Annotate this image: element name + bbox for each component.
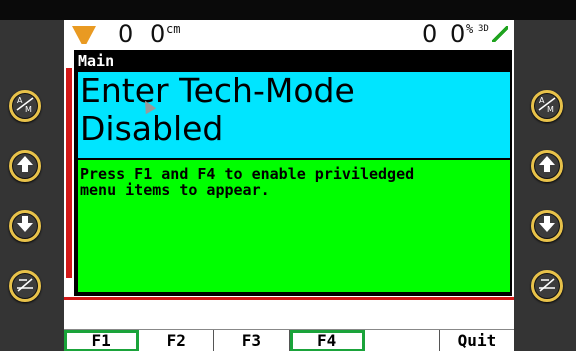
arrow-down-button-right[interactable]: [531, 210, 563, 242]
display-screen: 0 0 cm 0 0 % 3D Main Enter Tech-Mode Dis…: [64, 20, 514, 351]
left-readout: 0: [118, 20, 134, 48]
status-row: 0 0 cm 0 0 % 3D: [64, 20, 514, 48]
dialog-heading: Enter Tech-Mode Disabled: [78, 72, 510, 158]
arrow-down-button-left[interactable]: [9, 210, 41, 242]
auto-manual-icon: AM: [537, 94, 557, 118]
slope-icon: [492, 26, 508, 42]
right-unit-3d: 3D: [478, 24, 489, 34]
f4-key[interactable]: F4: [289, 330, 365, 351]
right-readout: 0: [422, 20, 438, 48]
signal-icon: [72, 26, 96, 44]
auto-manual-button-right[interactable]: AM: [531, 90, 563, 122]
function-key-bar: F1 F2 F3 F4 Quit: [64, 329, 514, 351]
f1-key[interactable]: F1: [64, 330, 140, 351]
auto-manual-button-left[interactable]: AM: [9, 90, 41, 122]
right-readout-2: 0: [450, 20, 466, 48]
left-readout-2: 0: [150, 20, 166, 48]
arrow-up-icon: [15, 154, 35, 178]
bottom-indicator-line: [64, 297, 514, 300]
arrow-up-button-left[interactable]: [9, 150, 41, 182]
dialog-message: Press F1 and F4 to enable priviledged me…: [78, 160, 510, 292]
left-indicator-strip: [66, 68, 72, 278]
left-button-panel: AM: [0, 20, 66, 351]
svg-text:M: M: [25, 105, 32, 114]
left-unit: cm: [166, 22, 181, 36]
arrow-down-icon: [537, 214, 557, 238]
f3-key[interactable]: F3: [214, 330, 290, 351]
auto-manual-icon: AM: [15, 94, 35, 118]
quit-key[interactable]: Quit: [440, 330, 514, 351]
tech-mode-dialog: Main Enter Tech-Mode Disabled Press F1 a…: [74, 50, 512, 296]
arrow-down-icon: [15, 214, 35, 238]
f2-key[interactable]: F2: [139, 330, 215, 351]
arrow-up-icon: [537, 154, 557, 178]
dialog-title: Main: [76, 52, 510, 70]
arrow-up-button-right[interactable]: [531, 150, 563, 182]
svg-text:A: A: [539, 96, 545, 105]
svg-text:M: M: [547, 105, 554, 114]
tilt-button-left[interactable]: [9, 270, 41, 302]
tilt-icon: [15, 274, 35, 298]
svg-text:A: A: [17, 96, 23, 105]
right-unit: %: [466, 22, 474, 36]
tilt-icon: [537, 274, 557, 298]
right-button-panel: AM: [510, 20, 576, 351]
bezel-top: [0, 0, 576, 20]
f5-key[interactable]: [365, 330, 440, 351]
tilt-button-right[interactable]: [531, 270, 563, 302]
